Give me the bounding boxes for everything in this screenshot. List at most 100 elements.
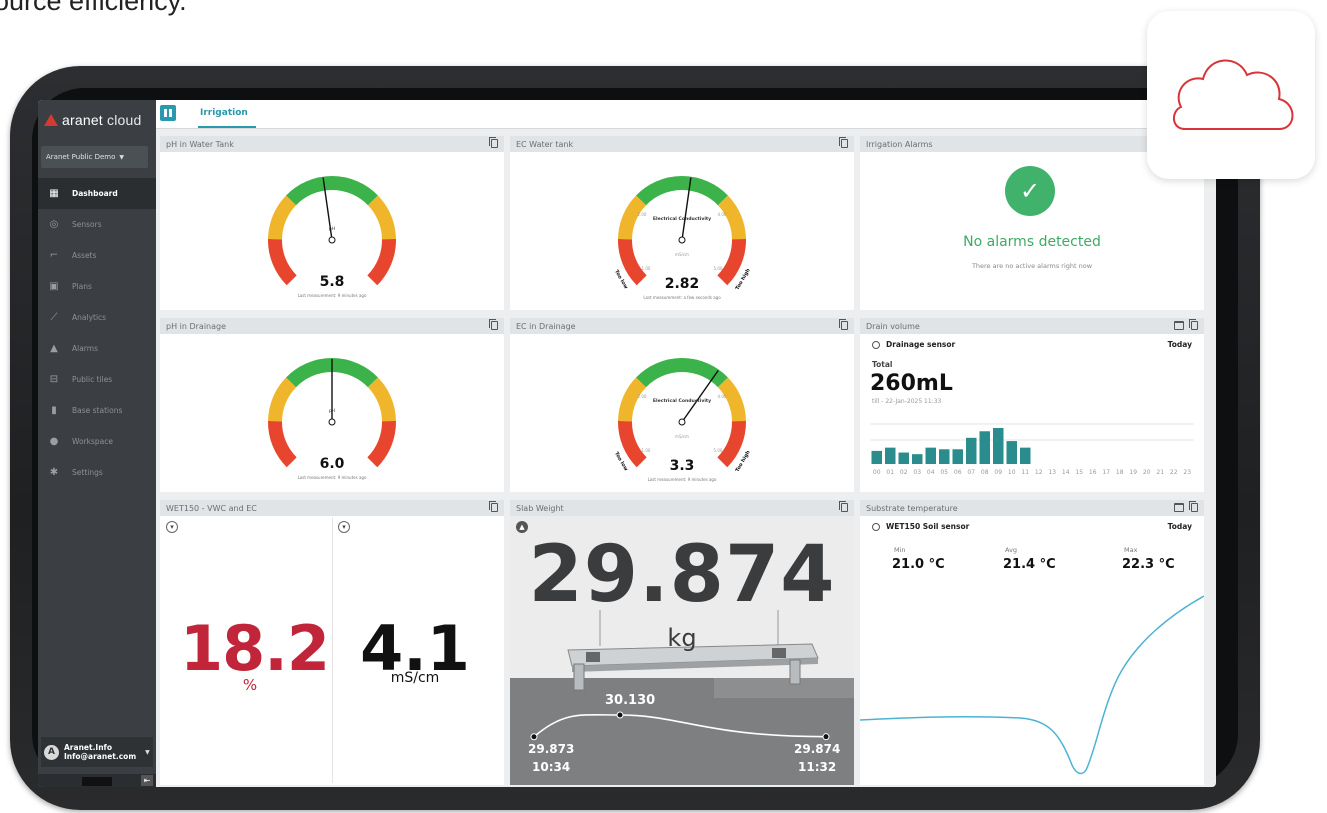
data-point[interactable] (530, 733, 538, 741)
sensor-icon: ◎ (49, 219, 59, 230)
copy-icon[interactable] (839, 319, 848, 330)
bar[interactable] (885, 447, 896, 464)
sensor-name: WET150 Soil sensor (886, 522, 970, 531)
bar[interactable] (1006, 441, 1018, 464)
gauge-segment (618, 420, 647, 468)
end-time: 11:32 (798, 760, 837, 774)
bar[interactable] (898, 452, 910, 464)
active-tab-indicator (198, 126, 256, 128)
copy-icon[interactable] (1189, 319, 1198, 330)
sidebar-item-alarms[interactable]: ▲ Alarms (38, 333, 156, 364)
copy-icon[interactable] (1189, 501, 1198, 512)
copy-icon[interactable] (489, 501, 498, 512)
vwc-value: 18.2 (180, 612, 330, 685)
gauge-value: 3.3 (669, 458, 695, 474)
period-label[interactable]: Today (1168, 340, 1192, 349)
bar[interactable] (993, 428, 1004, 464)
sidebar-item-workspace[interactable]: ● Workspace (38, 426, 156, 457)
last-measurement: Last measurement: a few seconds ago (643, 295, 721, 300)
copy-icon[interactable] (489, 319, 498, 330)
gauge-hub (328, 418, 336, 426)
gauge-tick-label: 4.00 (718, 394, 727, 399)
sidebar: aranet cloud Aranet Public Demo ▼ ▦ Dashb… (38, 100, 156, 787)
sidebar-item-label: Workspace (72, 437, 113, 446)
data-point[interactable] (616, 711, 624, 719)
sidebar-item-settings[interactable]: ✱ Settings (38, 457, 156, 488)
sidebar-item-sensors[interactable]: ◎ Sensors (38, 209, 156, 240)
sidebar-item-label: Alarms (72, 344, 98, 353)
user-email: Info@aranet.com (64, 752, 137, 761)
bar[interactable] (952, 449, 964, 464)
x-tick-label: 11 (1021, 469, 1029, 476)
plan-icon: ▣ (49, 281, 59, 292)
gear-icon: ✱ (49, 467, 59, 478)
copy-icon[interactable] (489, 137, 498, 148)
sensor-row: WET150 Soil sensor Today (872, 522, 1192, 531)
bar[interactable] (939, 449, 950, 464)
gauge-segment (286, 176, 378, 206)
tile-title: Slab Weight (516, 503, 564, 513)
gauge-hub (678, 236, 686, 244)
user-menu[interactable]: A Aranet.Info Info@aranet.com ▼ (41, 737, 153, 767)
gauge-tick-label: 1.00 (642, 448, 651, 453)
copy-icon[interactable] (839, 501, 848, 512)
calendar-icon[interactable] (1174, 503, 1184, 512)
x-tick-label: 13 (1048, 469, 1056, 476)
ec-unit: mS/cm (390, 670, 440, 686)
app-logo[interactable]: aranet cloud (44, 110, 141, 130)
dashboard-grid-button[interactable] (160, 105, 176, 121)
start-time: 10:34 (532, 760, 571, 774)
collapse-sidebar-icon[interactable]: ⇤ (141, 775, 153, 786)
bar[interactable] (912, 454, 923, 464)
x-tick-label: 09 (994, 469, 1002, 476)
period-label[interactable]: Today (1168, 522, 1192, 531)
x-tick-label: 22 (1170, 469, 1178, 476)
gauge-unit-label: mS/cm (675, 252, 689, 257)
tile-slab-weight[interactable]: Slab Weight ▲ 29.874 kg 30.130 29.873 10… (510, 500, 854, 785)
tile-title: Drain volume (866, 321, 920, 331)
tile-ph-water-tank[interactable]: pH in Water Tank pH 5.8 Last measurement… (160, 136, 504, 310)
bar[interactable] (871, 450, 883, 464)
tile-wet150[interactable]: WET150 - VWC and EC ▾ ▾ 18.2 % 4.1 mS/cm (160, 500, 504, 785)
avg-label: Avg (1005, 546, 1018, 554)
gauge-tick-label: 1.00 (642, 266, 651, 271)
app-screen: aranet cloud Aranet Public Demo ▼ ▦ Dashb… (38, 100, 1216, 787)
min-value: 21.0 °C (892, 557, 945, 572)
sidebar-item-base-stations[interactable]: ▮ Base stations (38, 395, 156, 426)
tile-ec-water-tank[interactable]: EC Water tank Electrical Conductivity mS/… (510, 136, 854, 310)
sidebar-item-plans[interactable]: ▣ Plans (38, 271, 156, 302)
data-point[interactable] (822, 733, 830, 741)
sidebar-item-assets[interactable]: ⌐ Assets (38, 240, 156, 271)
x-tick-label: 19 (1129, 469, 1137, 476)
gauge-center-label: pH (329, 226, 335, 232)
tile-ec-drainage[interactable]: EC in Drainage Electrical Conductivity mS… (510, 318, 854, 492)
logo-suffix: cloud (107, 112, 142, 128)
bar[interactable] (979, 431, 991, 464)
copy-icon[interactable] (839, 137, 848, 148)
max-value: 22.3 °C (1122, 557, 1175, 572)
tile-substrate-temperature[interactable]: Substrate temperature WET150 Soil sensor… (860, 500, 1204, 785)
sensor-bucket-icon: ▾ (338, 521, 350, 533)
tile-ph-drainage[interactable]: pH in Drainage pH 6.0 Last measurement: … (160, 318, 504, 492)
gauge-tick-label: 4.00 (718, 212, 727, 217)
sidebar-item-dashboard[interactable]: ▦ Dashboard (38, 178, 156, 209)
tab-irrigation[interactable]: Irrigation (200, 108, 248, 118)
sensor-name: Drainage sensor (886, 340, 956, 349)
calendar-icon[interactable] (1174, 321, 1184, 330)
sidebar-item-label: Base stations (72, 406, 123, 415)
sidebar-item-analytics[interactable]: ⟋ Analytics (38, 302, 156, 333)
x-tick-label: 12 (1035, 469, 1043, 476)
tile-title: WET150 - VWC and EC (166, 503, 257, 513)
sidebar-item-label: Analytics (72, 313, 107, 322)
sidebar-item-public-tiles[interactable]: ⊟ Public tiles (38, 364, 156, 395)
public-tiles-icon: ⊟ (49, 374, 59, 385)
bar[interactable] (1020, 447, 1031, 464)
gauge-segment (618, 195, 647, 240)
sensor-icon (872, 340, 880, 349)
bar[interactable] (966, 437, 977, 464)
slab-weight-unit: kg (667, 624, 697, 652)
tile-drain-volume[interactable]: Drain volume Drainage sensor Today Total… (860, 318, 1204, 492)
bar[interactable] (925, 447, 937, 464)
peak-label: 30.130 (605, 693, 656, 708)
workspace-dropdown[interactable]: Aranet Public Demo ▼ (41, 146, 148, 168)
